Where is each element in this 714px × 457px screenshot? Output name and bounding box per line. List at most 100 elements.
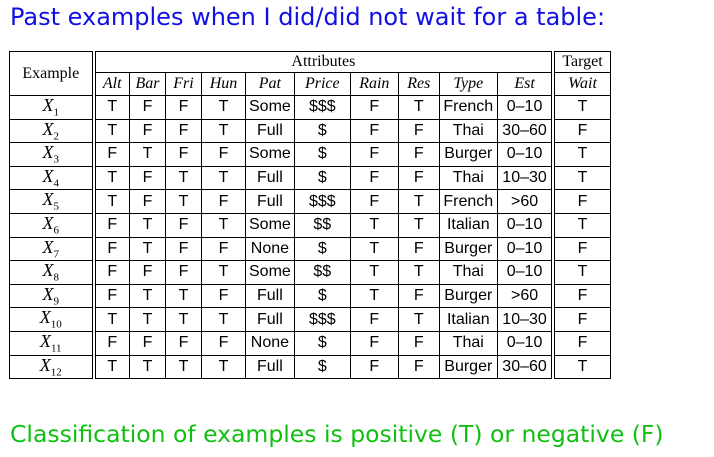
attribute-value-cell: F <box>129 189 166 214</box>
attribute-value-cell: French <box>438 189 498 214</box>
attr-header-pat: Pat <box>245 72 295 96</box>
example-index: 9 <box>53 295 60 308</box>
attr-header-res: Res <box>397 72 440 96</box>
table-row: X5 T F T F Full $$$ F T French >60 F <box>9 189 611 214</box>
wait-value-cell: T <box>552 165 611 191</box>
attribute-value-cell: 0–10 <box>496 236 556 262</box>
example-symbol: X <box>42 260 54 281</box>
example-id-cell: X2 <box>9 118 96 144</box>
example-index: 2 <box>53 130 60 143</box>
attribute-value-cell: $$$ <box>293 307 351 332</box>
attribute-value-cell: T <box>129 283 166 309</box>
attribute-value-cell: F <box>165 142 202 167</box>
attribute-value-cell: F <box>93 283 130 309</box>
attribute-value-cell: F <box>397 236 440 262</box>
attribute-value-cell: French <box>438 95 498 120</box>
attribute-value-cell: T <box>397 189 440 214</box>
attribute-value-cell: $ <box>293 165 351 191</box>
example-id-cell: X3 <box>9 142 96 167</box>
example-index: 3 <box>53 153 60 166</box>
attribute-value-cell: $ <box>293 118 351 144</box>
wait-value-cell: F <box>552 189 611 214</box>
attr-header-type: Type <box>438 72 498 96</box>
wait-value-cell: F <box>552 307 611 332</box>
example-id-cell: X8 <box>9 260 96 285</box>
example-index: 5 <box>53 200 60 213</box>
example-symbol: X <box>39 307 51 328</box>
attribute-value-cell: Some <box>245 95 295 120</box>
attribute-value-cell: Full <box>245 165 295 191</box>
attribute-value-cell: F <box>93 260 130 285</box>
attribute-value-cell: F <box>349 95 399 120</box>
attribute-value-cell: T <box>397 260 440 285</box>
attribute-value-cell: F <box>201 142 246 167</box>
attribute-value-cell: F <box>201 236 246 262</box>
wait-value-cell: F <box>552 236 611 262</box>
attribute-value-cell: Full <box>245 118 295 144</box>
attribute-value-cell: T <box>349 236 399 262</box>
attribute-value-cell: T <box>93 165 130 191</box>
attribute-value-cell: Some <box>245 142 295 167</box>
classification-note: Classification of examples is positive (… <box>10 420 664 448</box>
wait-value-cell: T <box>552 212 611 238</box>
attribute-value-cell: Burger <box>438 236 498 262</box>
example-id-cell: X5 <box>9 189 96 214</box>
example-symbol: X <box>42 142 54 163</box>
table-row: X8 F F F T Some $$ T T Thai 0–10 T <box>9 260 611 285</box>
attribute-value-cell: F <box>129 118 166 144</box>
attribute-value-cell: Some <box>245 212 295 238</box>
attribute-value-cell: F <box>349 189 399 214</box>
example-id-cell: X12 <box>9 354 96 380</box>
attribute-value-cell: 10–30 <box>496 165 556 191</box>
example-id-cell: X6 <box>9 212 96 238</box>
attribute-value-cell: T <box>129 142 166 167</box>
attribute-value-cell: F <box>397 142 440 167</box>
attr-header-fri: Fri <box>165 72 202 96</box>
table-row: X3 F T F F Some $ F F Burger 0–10 T <box>9 142 611 167</box>
attribute-value-cell: $$ <box>293 260 351 285</box>
wait-value-cell: T <box>552 354 611 380</box>
attribute-value-cell: None <box>245 330 295 356</box>
attribute-value-cell: T <box>93 307 130 332</box>
attribute-value-cell: T <box>201 118 246 144</box>
attribute-value-cell: T <box>201 260 246 285</box>
example-id-cell: X4 <box>9 165 96 191</box>
attribute-value-cell: F <box>165 260 202 285</box>
example-id-cell: X10 <box>9 307 96 332</box>
example-symbol: X <box>42 118 54 139</box>
attribute-value-cell: Full <box>245 307 295 332</box>
attribute-value-cell: Burger <box>438 142 498 167</box>
attribute-value-cell: T <box>201 354 246 380</box>
attribute-value-cell: T <box>93 95 130 120</box>
attribute-value-cell: F <box>129 260 166 285</box>
attribute-value-cell: F <box>201 330 246 356</box>
example-index: 12 <box>50 366 62 379</box>
example-symbol: X <box>42 283 54 304</box>
attribute-value-cell: F <box>165 236 202 262</box>
wait-value-cell: F <box>552 118 611 144</box>
attribute-value-cell: >60 <box>496 189 556 214</box>
attribute-value-cell: Burger <box>438 283 498 309</box>
attribute-value-cell: T <box>349 283 399 309</box>
attribute-value-cell: 30–60 <box>496 118 556 144</box>
example-index: 1 <box>53 106 60 119</box>
attribute-value-cell: F <box>397 118 440 144</box>
attribute-value-cell: 30–60 <box>496 354 556 380</box>
attribute-value-cell: T <box>93 118 130 144</box>
attr-header-price: Price <box>293 72 351 96</box>
attribute-value-cell: Italian <box>438 307 498 332</box>
slide-heading: Past examples when I did/did not wait fo… <box>10 3 606 31</box>
attribute-value-cell: T <box>201 307 246 332</box>
table-row: X6 F T F T Some $$ T T Italian 0–10 T <box>9 212 611 238</box>
attr-header-alt: Alt <box>93 72 130 96</box>
example-symbol: X <box>39 330 51 351</box>
example-index: 11 <box>50 342 62 355</box>
attribute-value-cell: Thai <box>438 330 498 356</box>
attribute-value-cell: T <box>397 95 440 120</box>
attribute-value-cell: Burger <box>438 354 498 380</box>
attribute-value-cell: T <box>165 307 202 332</box>
attribute-value-cell: F <box>129 95 166 120</box>
attribute-value-cell: T <box>201 165 246 191</box>
attribute-value-cell: 0–10 <box>496 212 556 238</box>
attribute-value-cell: F <box>349 330 399 356</box>
